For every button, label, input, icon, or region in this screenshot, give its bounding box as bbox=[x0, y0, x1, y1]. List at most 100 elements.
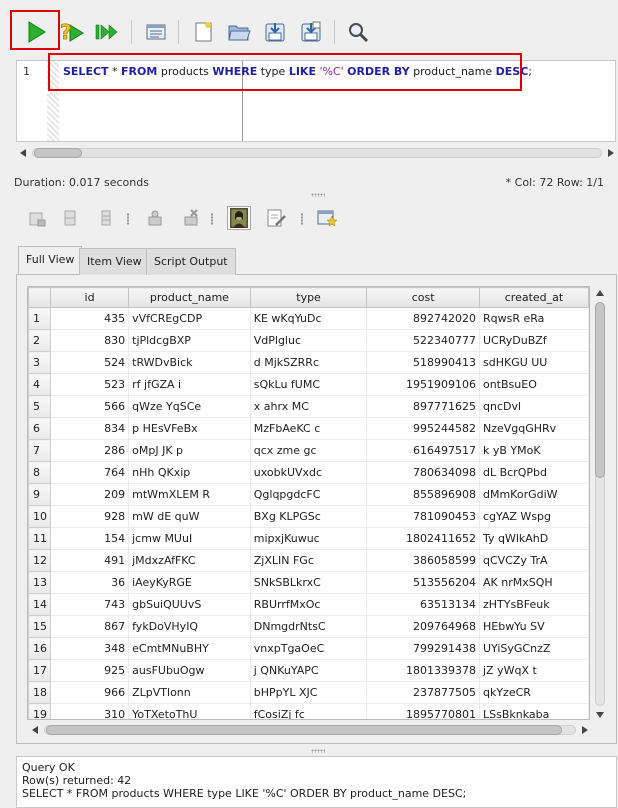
created-at-cell[interactable]: sdHKGU UU bbox=[479, 351, 589, 374]
created-at-cell[interactable]: HEbwYu SV bbox=[479, 615, 589, 638]
row-number-cell[interactable]: 5 bbox=[28, 395, 51, 418]
cost-cell[interactable]: 513556204 bbox=[366, 571, 480, 594]
type-cell[interactable]: RBUrrfMxOc bbox=[250, 593, 368, 616]
row-number-cell[interactable]: 9 bbox=[28, 483, 51, 506]
table-row[interactable]: 16 348 eCmtMNuBHY vnxpTgaOeC 799291438 UYiSyG… bbox=[28, 637, 589, 660]
created-at-cell[interactable]: cgYAZ Wspg bbox=[479, 505, 589, 528]
row-number-cell[interactable]: 14 bbox=[28, 593, 51, 616]
id-cell[interactable]: 743 bbox=[50, 593, 130, 616]
type-cell[interactable]: SNkSBLkrxC bbox=[250, 571, 368, 594]
product-name-cell[interactable]: tRWDvBick bbox=[128, 351, 251, 374]
id-cell[interactable]: 834 bbox=[50, 417, 130, 440]
type-cell[interactable]: fCosiZj fc bbox=[250, 703, 368, 719]
clear-button[interactable] bbox=[178, 205, 204, 231]
cost-cell[interactable]: 616497517 bbox=[366, 439, 480, 462]
row-number-cell[interactable]: 2 bbox=[28, 329, 51, 352]
scrollbar-thumb[interactable] bbox=[595, 302, 605, 478]
cost-cell[interactable]: 995244582 bbox=[366, 417, 480, 440]
id-cell[interactable]: 966 bbox=[50, 681, 130, 704]
table-row[interactable]: 11 154 jcmw MUuI mipxjKuwuc 1802411652 Ty qWl… bbox=[28, 527, 589, 550]
product-name-cell[interactable]: gbSuiQUUvS bbox=[128, 593, 251, 616]
type-cell[interactable]: DNmgdrNtsC bbox=[250, 615, 368, 638]
product-name-cell[interactable]: vVfCREgCDP bbox=[128, 307, 251, 330]
created-at-cell[interactable]: dMmKorGdiW bbox=[479, 483, 589, 506]
row-number-cell[interactable]: 6 bbox=[28, 417, 51, 440]
commit-button[interactable] bbox=[93, 205, 119, 231]
save-as-button[interactable] bbox=[295, 12, 327, 52]
created-at-cell[interactable]: UCRyDuBZf bbox=[479, 329, 589, 352]
product-name-cell[interactable]: tjPldcgBXP bbox=[128, 329, 251, 352]
id-cell[interactable]: 154 bbox=[50, 527, 130, 550]
save-button[interactable] bbox=[259, 12, 291, 52]
cost-cell[interactable]: 781090453 bbox=[366, 505, 480, 528]
row-number-cell[interactable]: 11 bbox=[28, 527, 51, 550]
sql-statement[interactable]: SELECT * FROM products WHERE type LIKE '… bbox=[63, 65, 532, 78]
row-number-cell[interactable]: 7 bbox=[28, 439, 51, 462]
scroll-left-icon[interactable] bbox=[20, 149, 26, 157]
product-name-cell[interactable]: jMdxzAfFKC bbox=[128, 549, 251, 572]
find-button[interactable] bbox=[342, 12, 374, 52]
product-name-cell[interactable]: qWze YqSCe bbox=[128, 395, 251, 418]
cost-cell[interactable]: 1801339378 bbox=[366, 659, 480, 682]
id-cell[interactable]: 348 bbox=[50, 637, 130, 660]
table-row[interactable]: 12 491 jMdxzAfFKC ZjXLIN FGc 386058599 qCVCZy… bbox=[28, 549, 589, 572]
column-header-type[interactable]: type bbox=[249, 287, 368, 308]
type-cell[interactable]: j QNKuYAPC bbox=[250, 659, 368, 682]
row-number-cell[interactable]: 4 bbox=[28, 373, 51, 396]
id-cell[interactable]: 764 bbox=[50, 461, 130, 484]
row-number-cell[interactable]: 12 bbox=[28, 549, 51, 572]
cost-cell[interactable]: 386058599 bbox=[366, 549, 480, 572]
table-row[interactable]: 15 867 fykDoVHyIQ DNmgdrNtsC 209764968 HEbwYu… bbox=[28, 615, 589, 638]
table-row[interactable]: 9 209 mtWmXLEM R QglqpgdcFC 855896908 dMmKorG… bbox=[28, 483, 589, 506]
insert-row-button[interactable] bbox=[24, 205, 50, 231]
open-button[interactable] bbox=[223, 12, 255, 52]
explain-button[interactable]: ? bbox=[56, 12, 88, 52]
created-at-cell[interactable]: Ty qWlkAhD bbox=[479, 527, 589, 550]
row-number-cell[interactable]: 8 bbox=[28, 461, 51, 484]
created-at-cell[interactable]: jZ yWqX t bbox=[479, 659, 589, 682]
cost-cell[interactable]: 897771625 bbox=[366, 395, 480, 418]
scrollbar-thumb[interactable] bbox=[46, 725, 562, 735]
cost-cell[interactable]: 855896908 bbox=[366, 483, 480, 506]
table-row[interactable]: 2 830 tjPldcgBXP VdPlgluc 522340777 UCRyDuBZf bbox=[28, 329, 589, 352]
row-number-cell[interactable]: 18 bbox=[28, 681, 51, 704]
cost-cell[interactable]: 799291438 bbox=[366, 637, 480, 660]
corner-header[interactable] bbox=[28, 287, 51, 308]
scrollbar-thumb[interactable] bbox=[34, 148, 82, 158]
scroll-left-icon[interactable] bbox=[32, 726, 38, 734]
column-header-id[interactable]: id bbox=[49, 287, 130, 308]
created-at-cell[interactable]: dL BcrQPbd bbox=[479, 461, 589, 484]
product-name-cell[interactable]: rf jfGZA i bbox=[128, 373, 251, 396]
sql-editor[interactable]: 1 SELECT * FROM products WHERE type LIKE… bbox=[16, 60, 616, 142]
product-name-cell[interactable]: nHh QKxip bbox=[128, 461, 251, 484]
id-cell[interactable]: 286 bbox=[50, 439, 130, 462]
table-row[interactable]: 6 834 p HEsVFeBx MzFbAeKC c 995244582 NzeVgqG… bbox=[28, 417, 589, 440]
id-cell[interactable]: 310 bbox=[50, 703, 130, 719]
product-name-cell[interactable]: p HEsVFeBx bbox=[128, 417, 251, 440]
grid-horizontal-scrollbar[interactable] bbox=[30, 724, 590, 736]
scrollbar-track[interactable] bbox=[32, 148, 602, 158]
scroll-right-icon[interactable] bbox=[582, 726, 588, 734]
id-cell[interactable]: 523 bbox=[50, 373, 130, 396]
cost-cell[interactable]: 518990413 bbox=[366, 351, 480, 374]
product-name-cell[interactable]: iAeyKyRGE bbox=[128, 571, 251, 594]
type-cell[interactable]: ZjXLIN FGc bbox=[250, 549, 368, 572]
id-cell[interactable]: 867 bbox=[50, 615, 130, 638]
sql-log-button[interactable] bbox=[140, 12, 172, 52]
type-cell[interactable]: MzFbAeKC c bbox=[250, 417, 368, 440]
row-number-cell[interactable]: 15 bbox=[28, 615, 51, 638]
row-number-cell[interactable]: 10 bbox=[28, 505, 51, 528]
row-number-cell[interactable]: 16 bbox=[28, 637, 51, 660]
cost-cell[interactable]: 237877505 bbox=[366, 681, 480, 704]
product-name-cell[interactable]: ZLpVTlonn bbox=[128, 681, 251, 704]
row-number-cell[interactable]: 13 bbox=[28, 571, 51, 594]
created-at-cell[interactable]: qkYzeCR bbox=[479, 681, 589, 704]
table-row[interactable]: 7 286 oMpJ JK p qcx zme gc 616497517 k yB YMo… bbox=[28, 439, 589, 462]
id-cell[interactable]: 36 bbox=[50, 571, 130, 594]
table-row[interactable]: 5 566 qWze YqSCe x ahrx MC 897771625 qncDvl bbox=[28, 395, 589, 418]
tab-full-view[interactable]: Full View bbox=[18, 246, 83, 274]
cost-cell[interactable]: 522340777 bbox=[366, 329, 480, 352]
cost-cell[interactable]: 63513134 bbox=[366, 593, 480, 616]
image-view-button[interactable] bbox=[227, 206, 251, 230]
new-window-button[interactable] bbox=[314, 205, 340, 231]
